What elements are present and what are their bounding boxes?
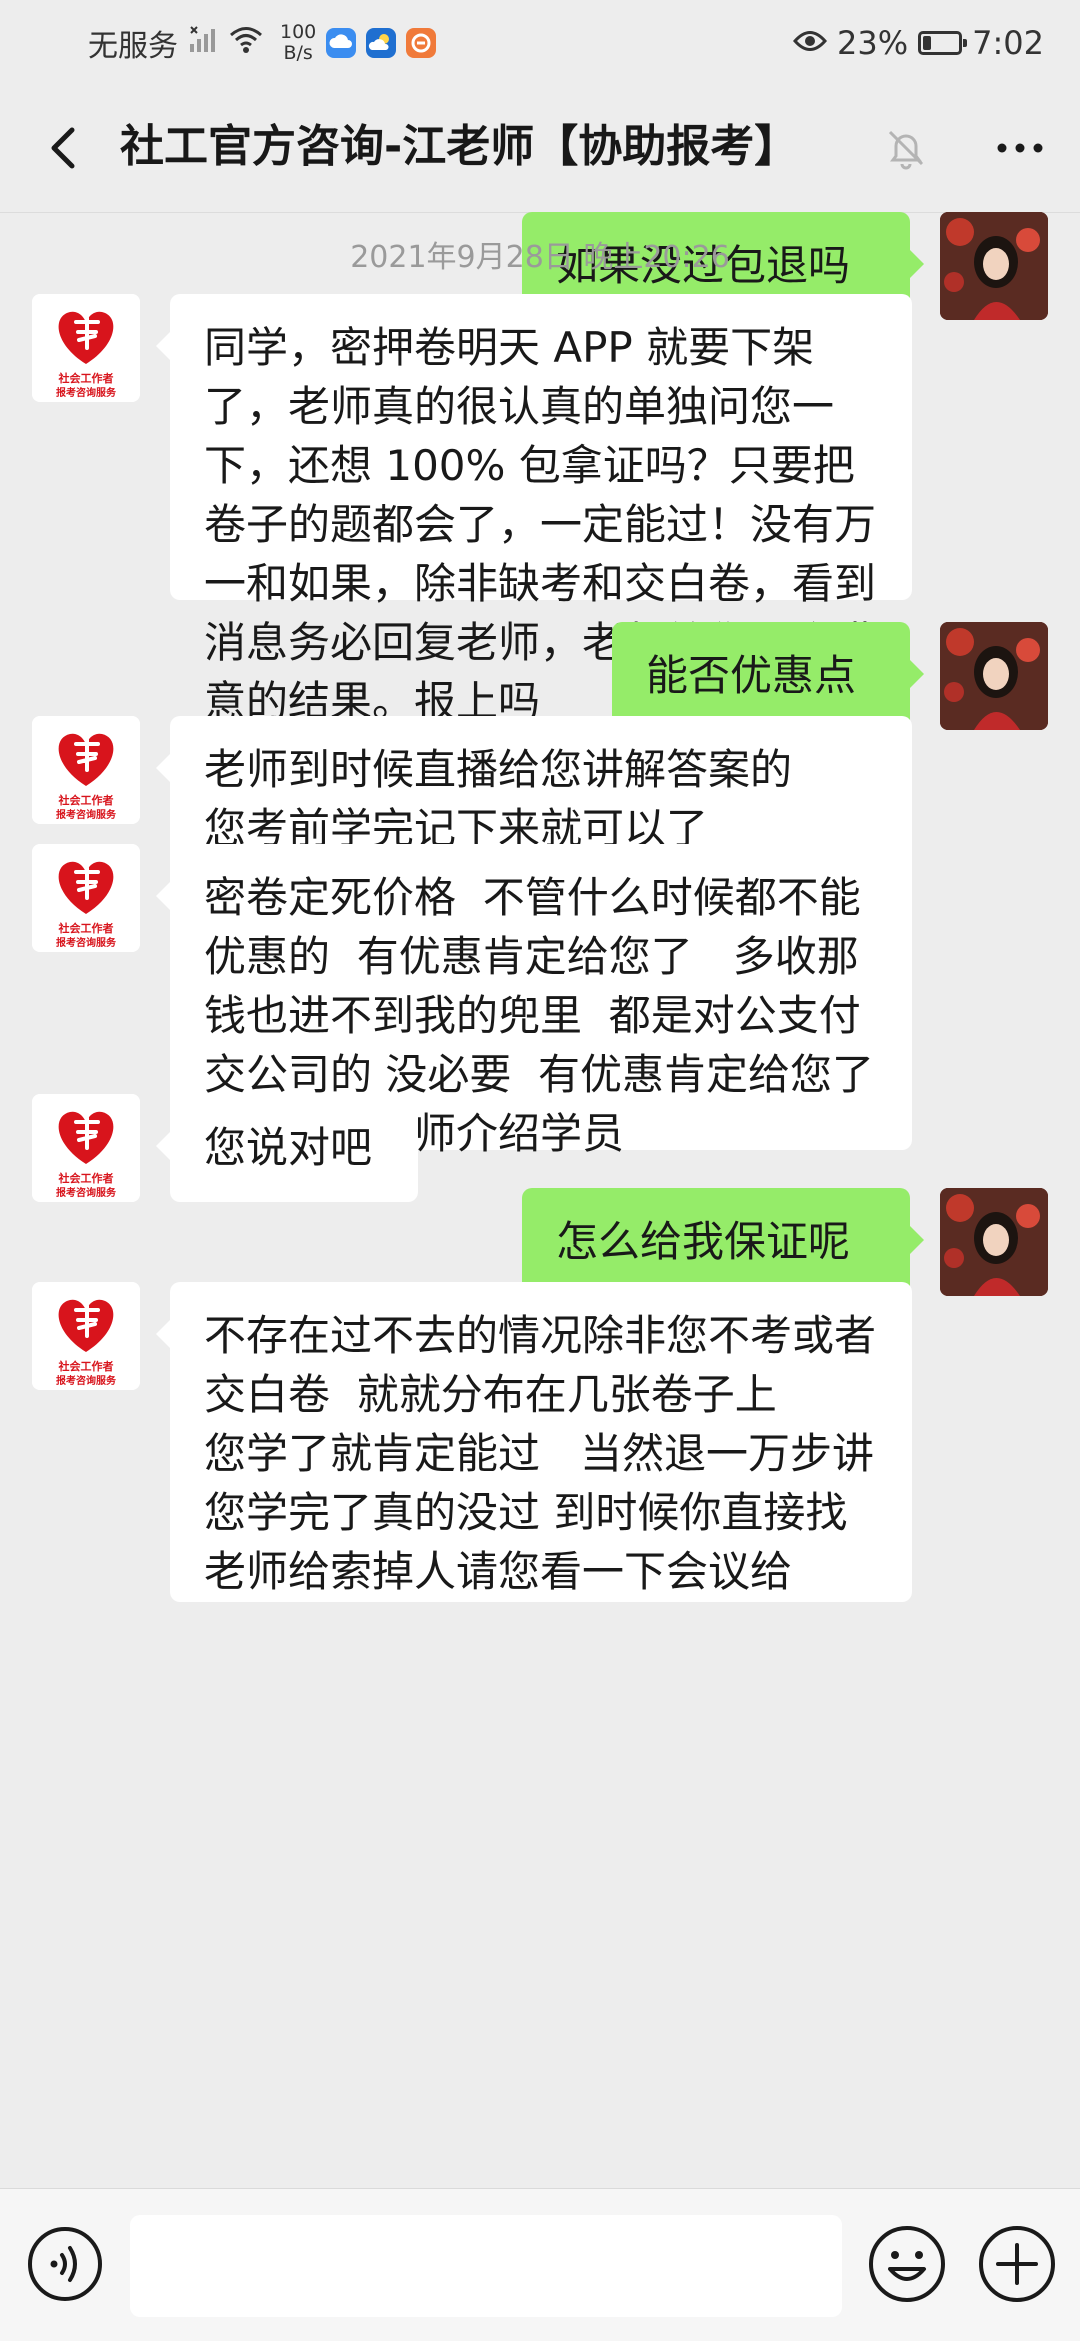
voice-icon <box>28 2227 102 2301</box>
status-bar-left: 无服务 100 B/s <box>88 18 437 68</box>
back-button[interactable] <box>34 118 94 178</box>
logo-caption-line2: 报考咨询服务 <box>56 386 117 399</box>
mute-indicator <box>882 124 930 172</box>
battery-icon <box>918 31 968 55</box>
emoji-button[interactable] <box>866 2223 948 2305</box>
logo-caption-line2: 报考咨询服务 <box>56 1186 117 1199</box>
contact-avatar[interactable]: 社会工作者 报考咨询服务 <box>32 1282 140 1390</box>
chevron-left-icon <box>51 127 75 169</box>
logo-caption-line1: 社会工作者 <box>58 1171 114 1185</box>
clock: 7:02 <box>972 24 1044 62</box>
logo-caption-line1: 社会工作者 <box>58 921 114 935</box>
more-button[interactable] <box>990 120 1050 176</box>
signal-icon <box>188 24 218 62</box>
more-dots-icon <box>997 143 1043 153</box>
wifi-icon <box>228 24 264 62</box>
contact-avatar[interactable]: 社会工作者 报考咨询服务 <box>32 294 140 402</box>
chat-header: 社工官方咨询-江老师【协助报考】 <box>0 84 1080 213</box>
network-speed-value: 100 <box>280 21 317 43</box>
network-speed-unit: B/s <box>283 42 313 64</box>
chat-title: 社工官方咨询-江老师【协助报考】 <box>120 121 799 172</box>
contact-avatar[interactable]: 社会工作者 报考咨询服务 <box>32 1094 140 1202</box>
weather-app-icon <box>366 28 397 58</box>
plus-button[interactable] <box>976 2223 1058 2305</box>
logo-caption-line2: 报考咨询服务 <box>56 1374 117 1387</box>
contact-message-bubble[interactable]: 同学，密押卷明天 APP 就要下架了，老师真的很认真的单独问您一下，还想 100… <box>156 294 912 726</box>
logo-caption-line1: 社会工作者 <box>58 371 114 385</box>
status-bar: 无服务 100 B/s 23% 7:02 <box>0 0 1080 84</box>
bell-off-icon <box>888 130 924 170</box>
plus-circle-icon <box>979 2226 1055 2302</box>
network-speed: 100 B/s <box>280 22 316 64</box>
my-avatar[interactable] <box>940 1188 1048 1296</box>
carrier-text: 无服务 <box>88 29 178 64</box>
contact-avatar[interactable]: 社会工作者 报考咨询服务 <box>32 716 140 824</box>
my-avatar[interactable] <box>940 622 1048 730</box>
battery-percent: 23% <box>837 24 909 62</box>
contact-message-bubble[interactable]: 不存在过不去的情况除非您不考或者交白卷 就就分布在几张卷子上 您学了就肯定能过 … <box>156 1282 912 1602</box>
my-message-bubble[interactable]: 能否优惠点 <box>612 622 924 730</box>
battery-level-fill <box>923 36 932 50</box>
logo-caption-line2: 报考咨询服务 <box>56 808 117 821</box>
logo-caption-line1: 社会工作者 <box>58 793 114 807</box>
message-input[interactable] <box>130 2215 842 2317</box>
contact-message-bubble[interactable]: 您说对吧 <box>156 1094 418 1202</box>
message-list[interactable]: 如果没过包退吗 2021年9月28日 晚上20:26 社会工作者 报考咨询服务 同… <box>0 212 1080 2188</box>
cloud-app-icon <box>326 28 357 58</box>
my-message-bubble[interactable]: 怎么给我保证呢 <box>522 1188 924 1296</box>
voice-button[interactable] <box>26 2225 104 2303</box>
logo-caption-line2: 报考咨询服务 <box>56 936 117 949</box>
timestamp: 2021年9月28日 晚上20:26 <box>350 240 730 275</box>
input-bar <box>0 2188 1080 2341</box>
eye-icon <box>793 24 828 62</box>
logo-caption-line1: 社会工作者 <box>58 1359 114 1373</box>
shopping-app-icon <box>406 28 437 58</box>
emoji-icon <box>869 2226 945 2302</box>
contact-avatar[interactable]: 社会工作者 报考咨询服务 <box>32 844 140 952</box>
status-bar-right: 23% 7:02 <box>793 18 1044 68</box>
